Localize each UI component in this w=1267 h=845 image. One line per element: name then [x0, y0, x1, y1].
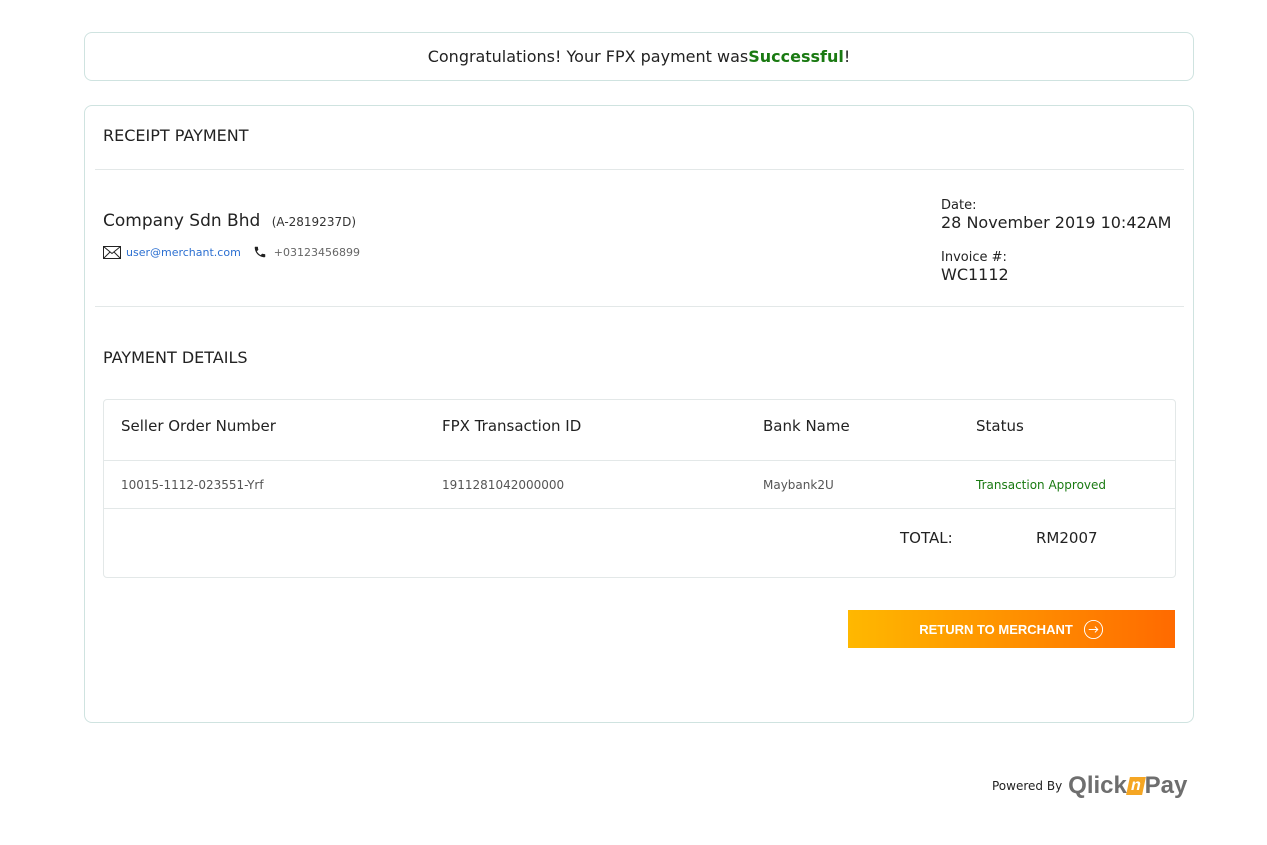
- mail-icon: [103, 245, 121, 259]
- phone-number: +03123456899: [273, 245, 360, 259]
- banner-suffix: !: [843, 47, 851, 66]
- column-header: Bank Name: [763, 417, 850, 435]
- divider: [95, 169, 1184, 170]
- total-label: TOTAL:: [900, 529, 953, 547]
- receipt-title: RECEIPT PAYMENT: [103, 126, 249, 145]
- seller-order-number: 10015-1112-023551-Yrf: [121, 478, 264, 492]
- column-header: Status: [976, 417, 1024, 435]
- transaction-status: Transaction Approved: [976, 478, 1107, 492]
- row-divider: [104, 508, 1175, 509]
- company-reg: (A-2819237D): [271, 215, 357, 229]
- logo-part1: Qlick: [1068, 772, 1127, 799]
- success-banner: Congratulations! Your FPX payment was Su…: [84, 32, 1194, 81]
- arrow-right-circle-icon: [1083, 619, 1103, 639]
- column-header: Seller Order Number: [121, 417, 276, 435]
- banner-status: Successful: [748, 47, 844, 66]
- powered-by: Powered By Qlick n Pay: [992, 772, 1187, 800]
- payment-details-title: PAYMENT DETAILS: [103, 348, 248, 367]
- bank-name: Maybank2U: [763, 478, 834, 492]
- divider: [95, 306, 1184, 307]
- return-button-label: RETURN TO MERCHANT: [919, 621, 1073, 637]
- qlicknpay-logo: Qlick n Pay: [1068, 772, 1187, 800]
- logo-part2: Pay: [1144, 772, 1188, 799]
- company-name-text: Company Sdn Bhd: [103, 211, 261, 231]
- fpx-transaction-id: 1911281042000000: [442, 478, 565, 492]
- company-name: Company Sdn Bhd (A-2819237D): [103, 211, 356, 231]
- logo-n: n: [1125, 777, 1146, 795]
- phone-icon: [254, 246, 266, 258]
- date-value: 28 November 2019 10:42AM: [941, 213, 1172, 232]
- contact-info: user@merchant.com +03123456899: [103, 245, 360, 259]
- receipt-meta: Date: 28 November 2019 10:42AM Invoice #…: [941, 198, 1171, 302]
- banner-text: Congratulations! Your FPX payment was: [427, 47, 749, 66]
- return-to-merchant-button[interactable]: RETURN TO MERCHANT: [848, 610, 1175, 648]
- total-value: RM2007: [1036, 529, 1098, 547]
- email-link[interactable]: user@merchant.com: [126, 246, 241, 259]
- receipt-card: RECEIPT PAYMENT Company Sdn Bhd (A-28192…: [84, 105, 1194, 723]
- date-label: Date:: [941, 198, 977, 213]
- column-header: FPX Transaction ID: [442, 417, 582, 435]
- invoice-label: Invoice #:: [941, 250, 1007, 265]
- payment-table: Seller Order Number FPX Transaction ID B…: [103, 399, 1176, 578]
- invoice-value: WC1112: [941, 265, 1009, 284]
- powered-by-text: Powered By: [992, 779, 1063, 793]
- row-divider: [104, 460, 1175, 461]
